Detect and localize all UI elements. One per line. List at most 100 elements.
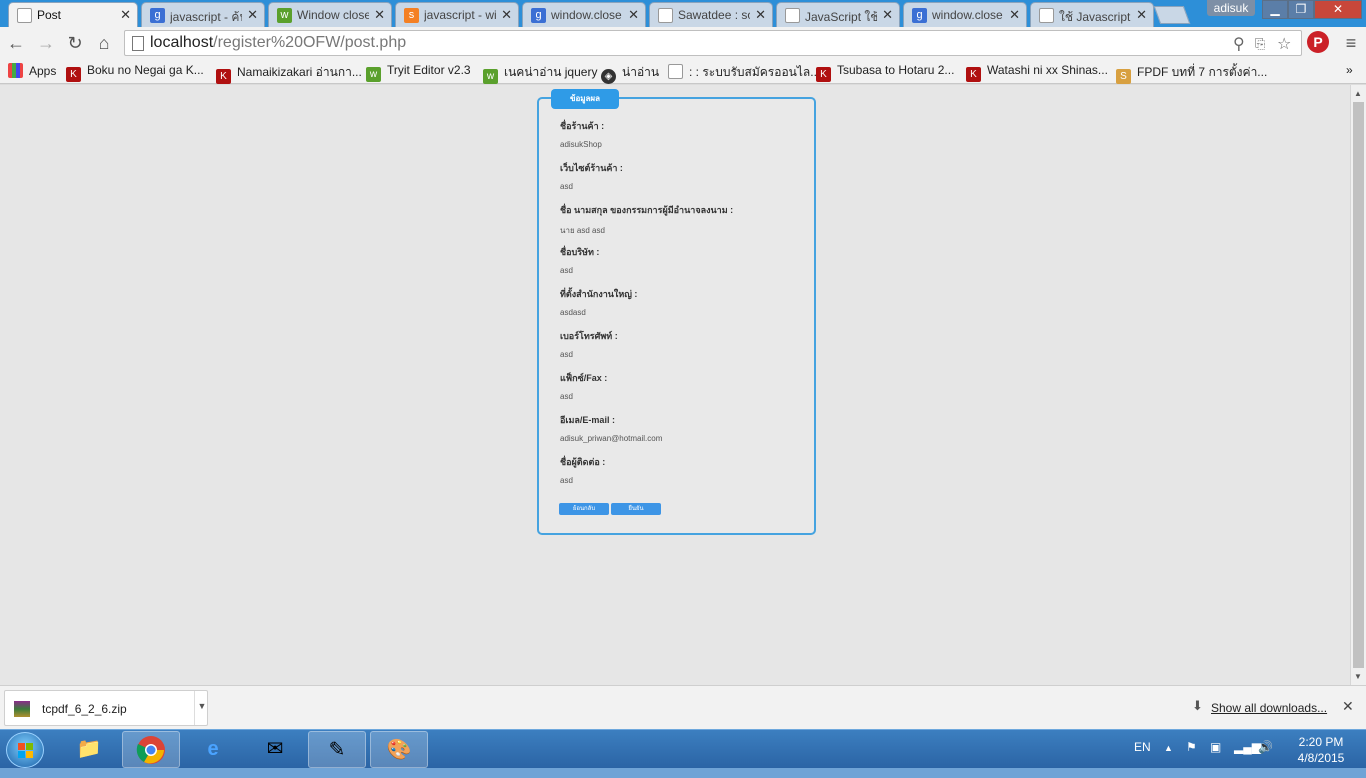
- maximize-button[interactable]: ❐: [1288, 0, 1314, 19]
- tab-javascript-window[interactable]: s javascript - window ✕: [395, 2, 519, 27]
- field-shop-name: ชื่อร้านค้า : adisukShop: [560, 121, 605, 149]
- windows-taskbar: 📁 e ✉ ✎ 🎨 EN ▲ ⚑ ▣ ▂▄▆ 🔊 2:20 PM 4/8/201…: [0, 729, 1366, 768]
- tab-post[interactable]: Post ✕: [8, 2, 138, 27]
- explorer-taskbar-icon[interactable]: 📁: [60, 731, 118, 768]
- google-icon: g: [150, 8, 165, 23]
- scrollbar-thumb[interactable]: [1353, 102, 1364, 668]
- w3-icon: w: [366, 67, 381, 82]
- field-shop-website: เว็บไซต์ร้านค้า : asd: [560, 163, 623, 191]
- result-card: ข้อมูลผล ชื่อร้านค้า : adisukShop เว็บไซ…: [537, 89, 816, 535]
- bookmarks-overflow-icon[interactable]: »: [1346, 63, 1353, 77]
- zip-file-icon: [14, 701, 30, 717]
- action-center-flag-icon[interactable]: ⚑: [1186, 740, 1197, 754]
- stackoverflow-icon: s: [404, 8, 419, 23]
- tab-close-icon[interactable]: ✕: [501, 7, 512, 23]
- tab-window-close-google-2[interactable]: g window.close ✕: [903, 2, 1027, 27]
- field-head-office-address: ที่ตั้งสำนักงานใหญ่ : asdasd: [560, 289, 638, 317]
- device-icon[interactable]: ▣: [1210, 740, 1221, 754]
- tab-close-icon[interactable]: ✕: [120, 7, 131, 23]
- page-icon: [17, 8, 32, 23]
- home-icon[interactable]: ⌂: [93, 32, 115, 54]
- apps-grid-icon: [8, 63, 23, 78]
- tab-use-javascript[interactable]: ใช้ Javascript ✕: [1030, 2, 1154, 27]
- show-all-downloads-link[interactable]: Show all downloads...: [1211, 701, 1327, 715]
- w3-icon: w: [277, 8, 292, 23]
- tab-close-icon[interactable]: ✕: [1009, 7, 1020, 23]
- tab-sawatdee[interactable]: Sawatdee : so ✕: [649, 2, 773, 27]
- minimize-button[interactable]: ▁: [1262, 0, 1288, 19]
- tab-javascript-thai[interactable]: JavaScript ใช้ ✕: [776, 2, 900, 27]
- tab-window-close-google[interactable]: g window.close ✕: [522, 2, 646, 27]
- zoom-icon[interactable]: ⚲: [1233, 34, 1245, 54]
- tab-close-icon[interactable]: ✕: [882, 7, 893, 23]
- language-indicator[interactable]: EN: [1134, 740, 1151, 754]
- ie-taskbar-icon[interactable]: e: [184, 731, 242, 768]
- start-button[interactable]: [6, 732, 44, 768]
- bookmark-tsubasa-to-hotaru[interactable]: K Tsubasa to Hotaru 2...: [816, 63, 954, 82]
- bookmark-na-aan[interactable]: ◈ น่าอ่าน: [601, 63, 659, 84]
- bookmark-boku-no-negai[interactable]: K Boku no Negai ga K...: [66, 63, 204, 82]
- translate-icon[interactable]: ⎘: [1255, 36, 1265, 52]
- new-tab-button[interactable]: [1153, 6, 1191, 24]
- tab-google-search[interactable]: g javascript - ค้นหาด้วย Google ✕: [141, 2, 265, 27]
- close-window-button[interactable]: ✕: [1314, 0, 1362, 19]
- bookmark-apps[interactable]: Apps: [8, 63, 56, 78]
- address-bar[interactable]: localhost/register%20OFW/post.php ⚲ ⎘ ☆: [124, 30, 1302, 56]
- pinterest-icon[interactable]: P: [1307, 31, 1329, 53]
- forward-arrow-icon[interactable]: →: [35, 32, 57, 54]
- tray-expand-icon[interactable]: ▲: [1164, 743, 1173, 753]
- bookmark-namaikizakari[interactable]: K Namaikizakari อ่านกา...: [216, 63, 362, 84]
- tab-close-icon[interactable]: ✕: [1136, 7, 1147, 23]
- manga-icon: K: [816, 67, 831, 82]
- bookmark-fpdf[interactable]: S FPDF บทที่ 7 การตั้งค่า...: [1116, 63, 1267, 84]
- download-arrow-icon: ⬇: [1192, 698, 1203, 713]
- page-content: ข้อมูลผล ชื่อร้านค้า : adisukShop เว็บไซ…: [0, 85, 1350, 685]
- back-button[interactable]: ย้อนกลับ: [559, 503, 609, 515]
- bookmark-jquery[interactable]: w เนคน่าอ่าน jquery: [483, 63, 597, 84]
- system-clock[interactable]: 2:20 PM 4/8/2015: [1293, 734, 1349, 766]
- confirm-button[interactable]: ยืนยัน: [611, 503, 661, 515]
- scroll-down-icon[interactable]: ▼: [1354, 672, 1362, 681]
- w3-icon: w: [483, 69, 498, 84]
- menu-icon[interactable]: ≡: [1340, 32, 1362, 54]
- scroll-up-icon[interactable]: ▲: [1354, 89, 1362, 98]
- card-title: ข้อมูลผล: [551, 89, 619, 109]
- app-taskbar-icon[interactable]: ✎: [308, 731, 366, 768]
- manga-icon: K: [216, 69, 231, 84]
- bookmarks-bar: Apps K Boku no Negai ga K... K Namaikizaka…: [0, 59, 1366, 84]
- tab-close-icon[interactable]: ✕: [628, 7, 639, 23]
- bookmark-tryit-editor[interactable]: w Tryit Editor v2.3: [366, 63, 471, 82]
- chevron-down-icon[interactable]: ▼: [194, 691, 209, 725]
- reload-icon[interactable]: ↻: [64, 32, 86, 54]
- volume-icon[interactable]: 🔊: [1258, 740, 1273, 754]
- network-icon[interactable]: ▂▄▆: [1234, 740, 1261, 754]
- url-path: /register%20OFW/post.php: [213, 34, 407, 51]
- page-icon: [668, 64, 683, 79]
- field-company-name: ชื่อบริษัท : asd: [560, 247, 600, 275]
- chrome-icon: [136, 736, 165, 764]
- field-email: อีเมล/E-mail : adisuk_priwan@hotmail.com: [560, 415, 663, 443]
- mail-taskbar-icon[interactable]: ✉: [246, 731, 304, 768]
- field-authorized-signer: ชื่อ นามสกุล ของกรรมการผู้มีอำนาจลงนาม :…: [560, 205, 734, 235]
- tab-close-icon[interactable]: ✕: [247, 7, 258, 23]
- profile-badge[interactable]: adisuk: [1207, 0, 1255, 16]
- page-icon: [132, 36, 144, 51]
- chrome-taskbar-icon[interactable]: [122, 731, 180, 768]
- back-arrow-icon[interactable]: ←: [5, 32, 27, 54]
- url-host: localhost: [150, 34, 214, 51]
- browser-window: Post ✕ g javascript - ค้นหาด้วย Google ✕…: [0, 0, 1366, 85]
- tab-window-close-w3[interactable]: w Window close ✕: [268, 2, 392, 27]
- close-icon[interactable]: ✕: [1342, 698, 1354, 715]
- star-icon[interactable]: ☆: [1277, 34, 1291, 54]
- download-item[interactable]: tcpdf_6_2_6.zip ▼: [4, 690, 208, 726]
- page-icon: [785, 8, 800, 23]
- page-icon: [1039, 8, 1054, 23]
- tab-close-icon[interactable]: ✕: [374, 7, 385, 23]
- bookmark-watashi-ni-xx[interactable]: K Watashi ni xx Shinas...: [966, 63, 1108, 82]
- field-phone: เบอร์โทรศัพท์ : asd: [560, 331, 618, 359]
- bookmark-online-registration[interactable]: : : ระบบรับสมัครออนไล...: [668, 63, 820, 82]
- toolbar: ← → ↻ ⌂ localhost/register%20OFW/post.ph…: [0, 27, 1366, 59]
- tab-close-icon[interactable]: ✕: [755, 7, 766, 23]
- vertical-scrollbar[interactable]: ▲ ▼: [1350, 85, 1366, 685]
- paint-taskbar-icon[interactable]: 🎨: [370, 731, 428, 768]
